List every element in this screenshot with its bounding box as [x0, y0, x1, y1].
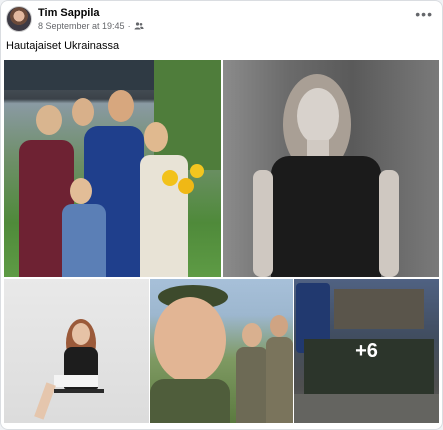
face: [297, 88, 339, 144]
photo-studio-portrait[interactable]: [4, 279, 149, 423]
person-head: [144, 122, 168, 152]
chair: [54, 389, 104, 393]
sunflower: [162, 170, 178, 186]
photo-family-group[interactable]: [4, 60, 221, 277]
person-head: [242, 323, 262, 347]
face: [154, 297, 226, 383]
more-photos-overlay[interactable]: +6: [294, 279, 439, 423]
trees: [154, 60, 221, 170]
arm: [379, 170, 399, 277]
person-head: [36, 105, 62, 135]
author-avatar[interactable]: [6, 6, 32, 32]
top: [271, 156, 381, 277]
sunflower: [190, 164, 204, 178]
post-card: Tim Sappila 8 September at 19:45 · ••• H…: [0, 0, 443, 430]
author-name[interactable]: Tim Sappila: [38, 7, 100, 19]
more-photos-count: +6: [355, 339, 378, 362]
photo-scout-selfie[interactable]: [150, 279, 293, 423]
person-head: [270, 315, 288, 337]
arm: [253, 170, 273, 277]
post-caption: Hautajaiset Ukrainassa: [6, 40, 120, 52]
person-head: [70, 178, 92, 204]
skirt: [54, 375, 98, 387]
face: [72, 323, 90, 345]
sunflower: [178, 178, 194, 194]
person-body: [266, 337, 293, 423]
photo-bw-portrait[interactable]: [223, 60, 439, 277]
person-body: [236, 347, 268, 423]
friends-icon: [134, 22, 144, 30]
more-options-icon[interactable]: •••: [415, 7, 433, 21]
child-body: [62, 204, 106, 277]
person-head: [108, 90, 134, 122]
leg: [34, 382, 56, 420]
person-head: [72, 98, 94, 126]
uniform: [150, 379, 230, 423]
timestamp[interactable]: 8 September at 19:45: [38, 21, 125, 31]
post-meta: 8 September at 19:45 ·: [38, 21, 144, 31]
photo-crowd-more[interactable]: +6: [294, 279, 439, 423]
